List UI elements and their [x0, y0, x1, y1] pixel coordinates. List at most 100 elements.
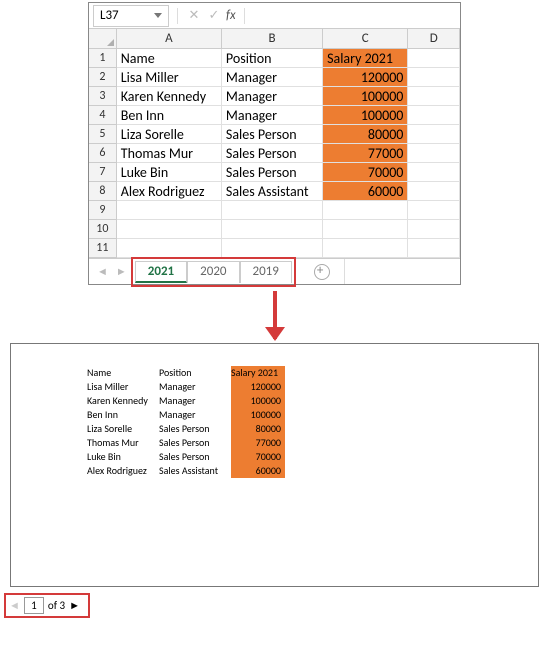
name-box[interactable]: L37: [93, 5, 169, 27]
cell[interactable]: [408, 144, 460, 163]
cell[interactable]: [117, 220, 222, 239]
cell[interactable]: Salary 2021: [323, 49, 408, 68]
row-header[interactable]: 3: [89, 87, 117, 106]
col-header[interactable]: D: [408, 29, 460, 49]
cell[interactable]: [408, 201, 460, 220]
preview-cell: Sales Person: [159, 436, 231, 450]
row-header[interactable]: 1: [89, 49, 117, 68]
cell[interactable]: [408, 106, 460, 125]
cell[interactable]: [408, 49, 460, 68]
cell[interactable]: Luke Bin: [117, 163, 222, 182]
cell[interactable]: [408, 220, 460, 239]
tab-nav-next-icon[interactable]: ►: [112, 265, 131, 278]
cell[interactable]: 100000: [323, 87, 408, 106]
cell[interactable]: [408, 87, 460, 106]
cell[interactable]: Manager: [222, 106, 323, 125]
cell[interactable]: 60000: [323, 182, 408, 201]
table-row: 11: [89, 239, 460, 258]
preview-cell: Sales Person: [159, 450, 231, 464]
cell[interactable]: Alex Rodriguez: [117, 182, 222, 201]
cell[interactable]: 70000: [323, 163, 408, 182]
cell[interactable]: Thomas Mur: [117, 144, 222, 163]
preview-cell: 80000: [231, 422, 285, 436]
preview-row: Lisa MillerManager120000: [87, 380, 538, 394]
excel-panel: L37 ✕ ✓ fx A B C D 1NamePositionSalary 2…: [88, 2, 461, 285]
accept-icon[interactable]: ✓: [206, 8, 222, 23]
cell[interactable]: Liza Sorelle: [117, 125, 222, 144]
cell[interactable]: 120000: [323, 68, 408, 87]
col-header[interactable]: C: [323, 29, 408, 49]
cell[interactable]: Sales Person: [222, 144, 323, 163]
table-row: 7Luke BinSales Person70000: [89, 163, 460, 182]
fx-icon[interactable]: fx: [226, 8, 236, 23]
cell[interactable]: Name: [117, 49, 222, 68]
row-header[interactable]: 10: [89, 220, 117, 239]
sheet-tab-bar: ◄ ► 2021 2020 2019: [89, 258, 460, 284]
cell[interactable]: [222, 220, 323, 239]
row-header[interactable]: 4: [89, 106, 117, 125]
cell[interactable]: Karen Kennedy: [117, 87, 222, 106]
sheet-tab-2020[interactable]: 2020: [187, 261, 239, 283]
page-current-input[interactable]: [24, 597, 44, 614]
preview-row: Ben InnManager100000: [87, 408, 538, 422]
cell[interactable]: Sales Assistant: [222, 182, 323, 201]
cell[interactable]: [323, 239, 408, 258]
cell[interactable]: Manager: [222, 87, 323, 106]
row-header[interactable]: 9: [89, 201, 117, 220]
cell[interactable]: Manager: [222, 68, 323, 87]
sheet-tab-2019[interactable]: 2019: [240, 261, 292, 283]
row-header[interactable]: 6: [89, 144, 117, 163]
cell[interactable]: Position: [222, 49, 323, 68]
row-header[interactable]: 5: [89, 125, 117, 144]
page-next-icon[interactable]: ►: [69, 599, 80, 612]
page-prev-icon[interactable]: ◄: [9, 599, 20, 612]
preview-cell: 120000: [231, 380, 285, 394]
cell[interactable]: 100000: [323, 106, 408, 125]
row-header[interactable]: 2: [89, 68, 117, 87]
cell[interactable]: [117, 239, 222, 258]
preview-cell: 100000: [231, 394, 285, 408]
preview-cell: Manager: [159, 380, 231, 394]
print-preview: NamePositionSalary 2021Lisa MillerManage…: [10, 343, 539, 587]
chevron-down-icon: [154, 13, 162, 18]
col-header[interactable]: A: [117, 29, 222, 49]
cell[interactable]: 77000: [323, 144, 408, 163]
cell[interactable]: [222, 201, 323, 220]
tab-bar-end: [344, 259, 456, 284]
col-header[interactable]: B: [222, 29, 323, 49]
preview-table: NamePositionSalary 2021Lisa MillerManage…: [87, 366, 538, 478]
table-row: 10: [89, 220, 460, 239]
preview-cell: 77000: [231, 436, 285, 450]
preview-row: NamePositionSalary 2021: [87, 366, 538, 380]
cell[interactable]: [408, 239, 460, 258]
cell[interactable]: Lisa Miller: [117, 68, 222, 87]
cell[interactable]: [323, 220, 408, 239]
row-header[interactable]: 7: [89, 163, 117, 182]
cell[interactable]: Sales Person: [222, 125, 323, 144]
cell[interactable]: [408, 68, 460, 87]
cancel-icon[interactable]: ✕: [186, 8, 202, 23]
preview-cell: Sales Person: [159, 422, 231, 436]
cell[interactable]: [408, 163, 460, 182]
cell[interactable]: [323, 201, 408, 220]
cell[interactable]: Sales Person: [222, 163, 323, 182]
sheet-tab-2021[interactable]: 2021: [135, 261, 187, 283]
cell[interactable]: [408, 182, 460, 201]
column-header-row: A B C D: [89, 29, 460, 49]
row-header[interactable]: 11: [89, 239, 117, 258]
tab-nav-prev-icon[interactable]: ◄: [93, 265, 112, 278]
cell[interactable]: [117, 201, 222, 220]
preview-cell: Lisa Miller: [87, 380, 159, 394]
row-header[interactable]: 8: [89, 182, 117, 201]
preview-cell: Salary 2021: [231, 366, 285, 380]
select-all-corner[interactable]: [89, 29, 117, 49]
cell[interactable]: Ben Inn: [117, 106, 222, 125]
preview-cell: Name: [87, 366, 159, 380]
new-sheet-button[interactable]: [314, 264, 330, 280]
table-row: 4Ben InnManager100000: [89, 106, 460, 125]
preview-cell: Position: [159, 366, 231, 380]
cell[interactable]: 80000: [323, 125, 408, 144]
cell[interactable]: [408, 125, 460, 144]
cell[interactable]: [222, 239, 323, 258]
preview-cell: Karen Kennedy: [87, 394, 159, 408]
